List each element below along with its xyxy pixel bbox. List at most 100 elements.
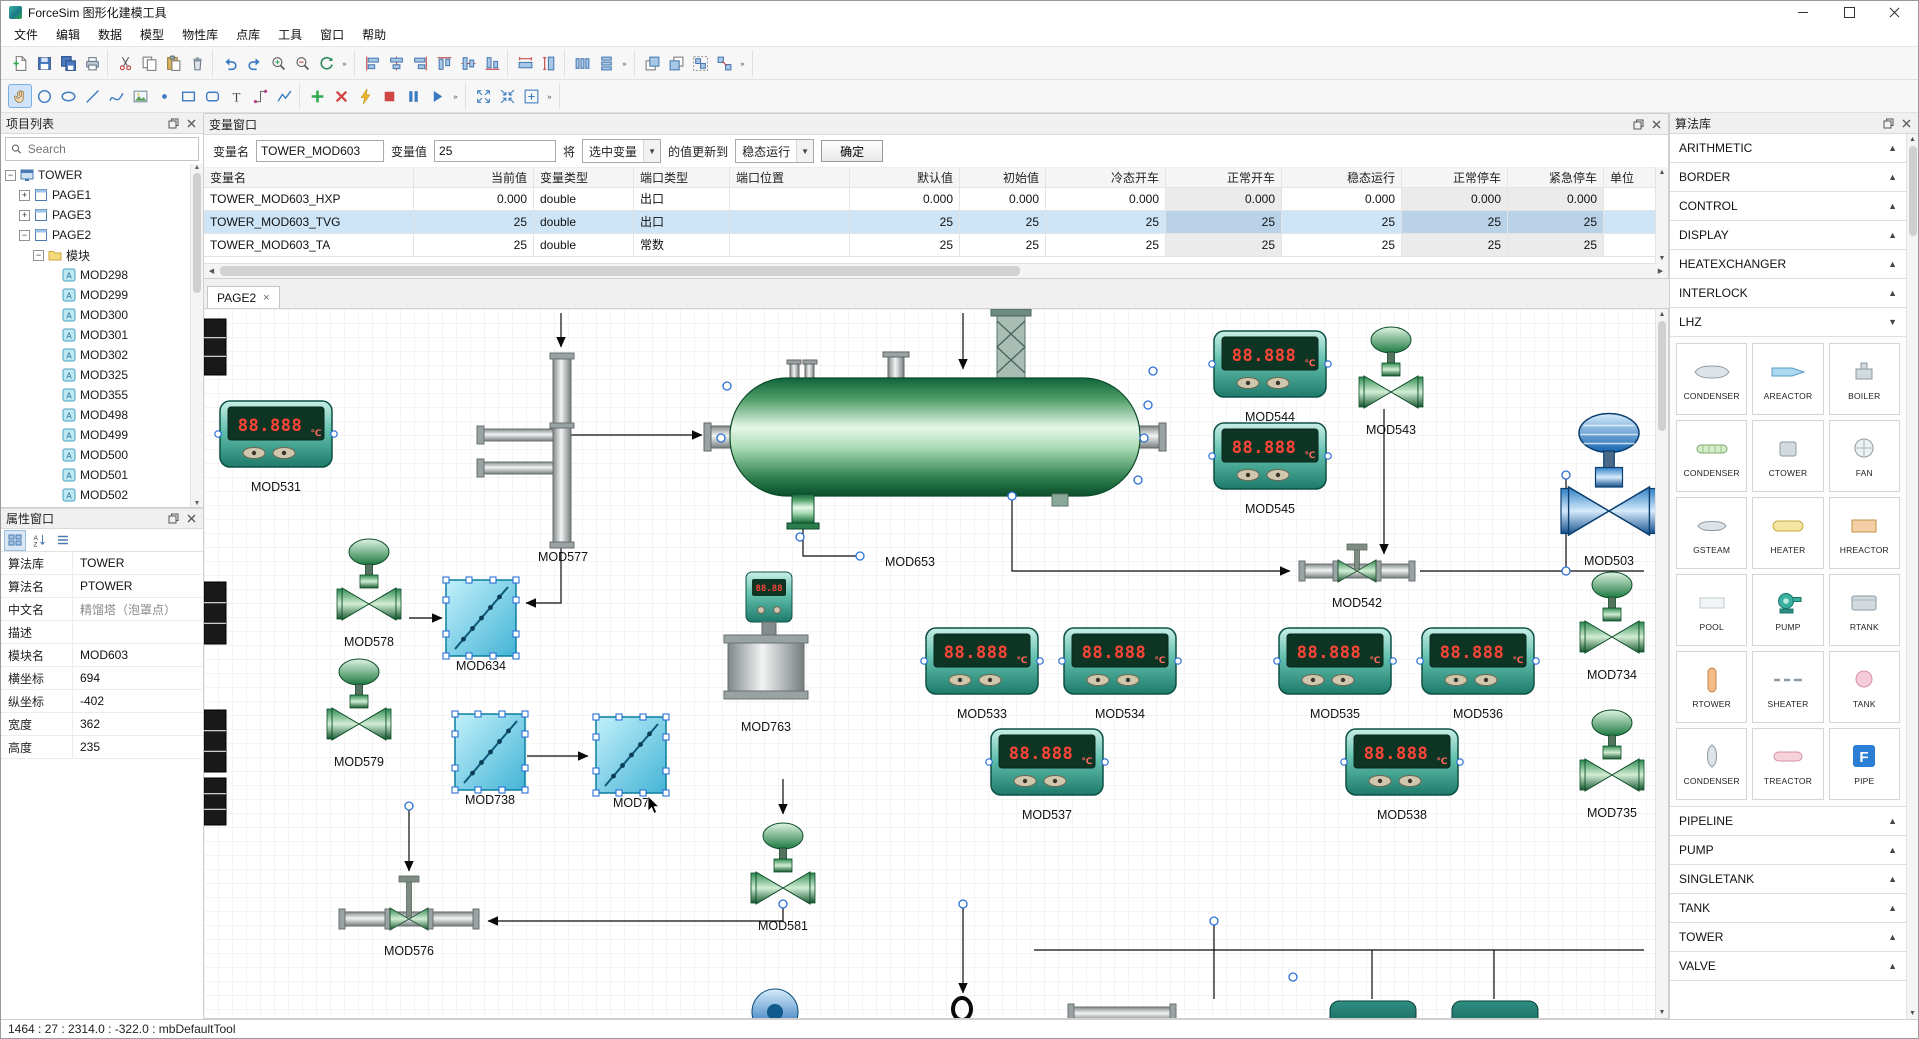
tree-item-模块[interactable]: −模块: [1, 245, 203, 265]
exchanger-MOD7[interactable]: [593, 714, 669, 796]
selection-handle[interactable]: [1289, 973, 1297, 981]
property-row-横坐标[interactable]: 横坐标694: [1, 667, 203, 690]
tree-expander[interactable]: −: [19, 230, 30, 241]
overflow-button[interactable]: »: [449, 84, 462, 108]
rect-button[interactable]: [176, 84, 200, 108]
tab-close-icon[interactable]: ×: [263, 292, 269, 304]
float-panel-icon[interactable]: [166, 512, 180, 526]
cut-button[interactable]: [113, 51, 137, 75]
scroll-left-icon[interactable]: ◀: [204, 264, 219, 278]
lib-section-TANK[interactable]: TANK▲: [1670, 894, 1906, 923]
lib-section-BORDER[interactable]: BORDER▲: [1670, 163, 1906, 192]
new-file-button[interactable]: [8, 51, 32, 75]
add-button[interactable]: [305, 84, 329, 108]
lib-section-DISPLAY[interactable]: DISPLAY▲: [1670, 221, 1906, 250]
tree-item-MOD500[interactable]: AMOD500: [1, 445, 203, 465]
variable-value-input[interactable]: [434, 140, 556, 162]
lib-section-HEATEXCHANGER[interactable]: HEATEXCHANGER▲: [1670, 250, 1906, 279]
collapse-button[interactable]: [495, 84, 519, 108]
stop-button[interactable]: [377, 84, 401, 108]
vscroll-thumb[interactable]: [1658, 321, 1666, 431]
tree-item-TOWER[interactable]: −TOWER: [1, 165, 203, 185]
lib-section-PUMP[interactable]: PUMP▲: [1670, 836, 1906, 865]
lib-section-ARITHMETIC[interactable]: ARITHMETIC▲: [1670, 134, 1906, 163]
flash-button[interactable]: [353, 84, 377, 108]
lib-item-CONDENSER[interactable]: CONDENSER: [1676, 728, 1747, 800]
scroll-right-icon[interactable]: ▶: [1653, 264, 1668, 278]
scroll-down-icon[interactable]: ▼: [1659, 255, 1666, 262]
polyline-button[interactable]: [272, 84, 296, 108]
column-header-变量名[interactable]: 变量名: [204, 168, 414, 188]
connector-button[interactable]: [248, 84, 272, 108]
column-header-默认值[interactable]: 默认值: [850, 168, 960, 188]
tree-item-MOD302[interactable]: AMOD302: [1, 345, 203, 365]
tree-item-PAGE3[interactable]: +PAGE3: [1, 205, 203, 225]
display-MOD535[interactable]: 88.888 ℃: [1274, 628, 1396, 694]
overflow-button[interactable]: »: [543, 84, 556, 108]
text-button[interactable]: T: [224, 84, 248, 108]
property-row-高度[interactable]: 高度235: [1, 736, 203, 759]
lib-item-PUMP[interactable]: PUMP: [1752, 574, 1823, 646]
tree-item-MOD298[interactable]: AMOD298: [1, 265, 203, 285]
search-box[interactable]: [5, 137, 199, 161]
partial-tank[interactable]: [1452, 1001, 1538, 1019]
paste-button[interactable]: [161, 51, 185, 75]
run-button[interactable]: [425, 84, 449, 108]
partial-element[interactable]: [204, 319, 226, 375]
tree-item-MOD325[interactable]: AMOD325: [1, 365, 203, 385]
column-header-当前值[interactable]: 当前值: [414, 168, 534, 188]
selection-handle[interactable]: [405, 802, 413, 810]
circle-button[interactable]: [32, 84, 56, 108]
categorized-view-button[interactable]: [4, 530, 26, 551]
undo-button[interactable]: [218, 51, 242, 75]
same-height-button[interactable]: [537, 51, 561, 75]
display-MOD531[interactable]: 88.888 ℃: [215, 401, 337, 467]
property-row-模块名[interactable]: 模块名MOD603: [1, 644, 203, 667]
property-row-算法库[interactable]: 算法库TOWER: [1, 552, 203, 575]
selection-handle[interactable]: [723, 382, 731, 390]
menu-item-0[interactable]: 文件: [5, 23, 47, 46]
copy-button[interactable]: [137, 51, 161, 75]
tree-vscrollbar[interactable]: ▲▼: [190, 164, 203, 507]
variable-table-hscrollbar[interactable]: ◀ ▶: [204, 263, 1668, 278]
selection-handle[interactable]: [959, 900, 967, 908]
align-bottom-button[interactable]: [480, 51, 504, 75]
overflow-button[interactable]: »: [736, 51, 749, 75]
display-MOD545[interactable]: 88.888 ℃: [1209, 423, 1331, 489]
variable-table-vscrollbar[interactable]: ▲▼: [1655, 167, 1668, 264]
property-row-算法名[interactable]: 算法名PTOWER: [1, 575, 203, 598]
selection-handle[interactable]: [1140, 434, 1148, 442]
send-back-button[interactable]: [664, 51, 688, 75]
column-header-端口类型[interactable]: 端口类型: [634, 168, 730, 188]
selection-handle[interactable]: [1562, 471, 1570, 479]
lib-item-POOL[interactable]: POOL: [1676, 574, 1747, 646]
bring-front-button[interactable]: [640, 51, 664, 75]
lib-section-SINGLETANK[interactable]: SINGLETANK▲: [1670, 865, 1906, 894]
selection-handle[interactable]: [1562, 567, 1570, 575]
column-header-紧急停车[interactable]: 紧急停车: [1508, 168, 1604, 188]
overflow-button[interactable]: »: [338, 51, 351, 75]
image-button[interactable]: [128, 84, 152, 108]
lib-item-TANK[interactable]: TANK: [1829, 651, 1900, 723]
menu-item-1[interactable]: 编辑: [47, 23, 89, 46]
column-header-正常停车[interactable]: 正常停车: [1402, 168, 1508, 188]
scroll-down-icon[interactable]: ▼: [1909, 1010, 1916, 1017]
distribute-v-button[interactable]: [594, 51, 618, 75]
float-panel-icon[interactable]: [1881, 116, 1895, 130]
distribute-h-button[interactable]: [570, 51, 594, 75]
exchanger-MOD738[interactable]: [452, 711, 528, 793]
column-header-端口位置[interactable]: 端口位置: [730, 168, 850, 188]
library-vscrollbar[interactable]: ▲▼: [1906, 134, 1918, 1019]
zoom-window-button[interactable]: [266, 51, 290, 75]
line-button[interactable]: [80, 84, 104, 108]
tree-item-MOD502[interactable]: AMOD502: [1, 485, 203, 505]
tree-item-MOD499[interactable]: AMOD499: [1, 425, 203, 445]
lib-section-CONTROL[interactable]: CONTROL▲: [1670, 192, 1906, 221]
align-center-button[interactable]: [384, 51, 408, 75]
table-row-TOWER_MOD603_TA[interactable]: TOWER_MOD603_TA25double常数25252525252525环: [204, 234, 1668, 257]
lib-section-LHZ[interactable]: LHZ▼: [1670, 308, 1906, 337]
lib-item-CONDENSER[interactable]: CONDENSER: [1676, 420, 1747, 492]
tree-item-MOD498[interactable]: AMOD498: [1, 405, 203, 425]
menu-item-6[interactable]: 工具: [269, 23, 311, 46]
menu-item-4[interactable]: 物性库: [173, 23, 227, 46]
